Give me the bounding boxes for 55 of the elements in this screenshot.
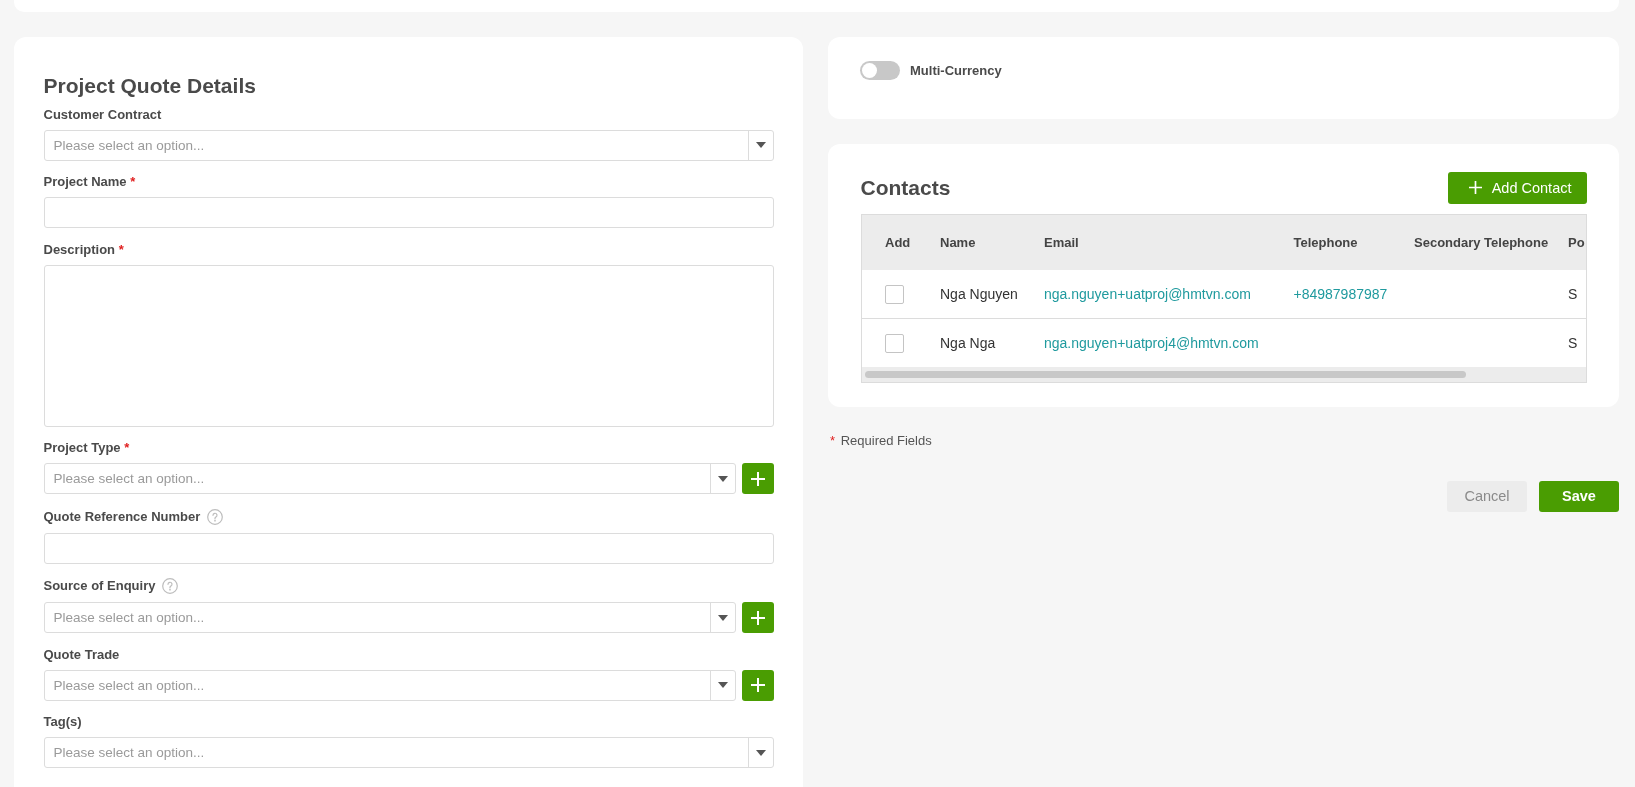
- add-button[interactable]: [742, 669, 774, 701]
- dropdown-field[interactable]: Please select an option...: [43, 669, 736, 701]
- plus-icon: [751, 678, 765, 692]
- column-header: Po: [1568, 233, 1586, 252]
- caret-icon[interactable]: [718, 682, 728, 688]
- help-icon[interactable]: [207, 508, 224, 525]
- text-area-field[interactable]: [43, 264, 774, 427]
- caret-icon[interactable]: [718, 614, 728, 621]
- field-label: Source of Enquiry: [43, 577, 156, 595]
- field-label: Project Type *: [43, 439, 130, 457]
- field-label: Quote Reference Number: [43, 507, 201, 526]
- add-button[interactable]: [742, 602, 774, 633]
- text-field[interactable]: [43, 197, 774, 228]
- column-header: Add: [884, 233, 912, 252]
- caret-icon[interactable]: [756, 749, 766, 756]
- cancel-button[interactable]: Cancel: [1447, 480, 1527, 512]
- table-cell-text: S: [1568, 285, 1578, 305]
- column-header: Telephone: [1293, 233, 1359, 252]
- text-field[interactable]: [43, 532, 774, 564]
- help-icon[interactable]: [162, 578, 179, 594]
- email-link[interactable]: nga.nguyen+uatproj@hmtvn.com: [1044, 284, 1251, 305]
- column-header: Name: [940, 233, 977, 252]
- caret-icon[interactable]: [756, 142, 766, 148]
- dropdown-field[interactable]: Please select an option...: [43, 602, 736, 633]
- field-label: Description *: [43, 240, 124, 259]
- field-label: Quote Trade: [43, 645, 120, 664]
- plus-icon: [751, 610, 765, 625]
- save-button[interactable]: Save: [1539, 480, 1619, 512]
- plus-icon: [1468, 181, 1482, 195]
- horizontal-scrollbar[interactable]: [861, 367, 1586, 383]
- dropdown-field[interactable]: Please select an option...: [43, 463, 736, 494]
- dropdown-field[interactable]: Please select an option...: [43, 737, 774, 768]
- toggle-label: Multi-Currency: [910, 61, 1002, 80]
- email-link[interactable]: nga.nguyen+uatproj4@hmtvn.com: [1044, 333, 1259, 354]
- plus-icon: [751, 471, 765, 486]
- table-cell-text: S: [1568, 334, 1578, 354]
- field-label: Tag(s): [43, 713, 82, 731]
- required-note: * Required Fields: [830, 431, 932, 450]
- table-cell-text: Nga Nguyen: [940, 285, 1018, 305]
- add-contact-button[interactable]: Add Contact: [1447, 171, 1587, 205]
- checkbox[interactable]: [885, 333, 904, 353]
- phone-link[interactable]: +84987987987: [1293, 284, 1388, 305]
- scrollbar-thumb[interactable]: [865, 371, 1466, 379]
- form-title: Project Quote Details: [43, 72, 256, 99]
- field-label: Customer Contract: [43, 105, 162, 124]
- table-cell-text: Nga Nga: [940, 334, 996, 354]
- dropdown-field[interactable]: Please select an option...: [43, 129, 774, 161]
- add-button[interactable]: [742, 463, 774, 494]
- checkbox[interactable]: [885, 284, 904, 304]
- toggle-switch[interactable]: [860, 61, 900, 80]
- caret-icon[interactable]: [718, 475, 728, 482]
- field-label: Project Name *: [43, 173, 136, 191]
- column-header: Email: [1044, 233, 1080, 252]
- contacts-title: Contacts: [860, 174, 951, 201]
- column-header: Secondary Telephone: [1414, 233, 1550, 252]
